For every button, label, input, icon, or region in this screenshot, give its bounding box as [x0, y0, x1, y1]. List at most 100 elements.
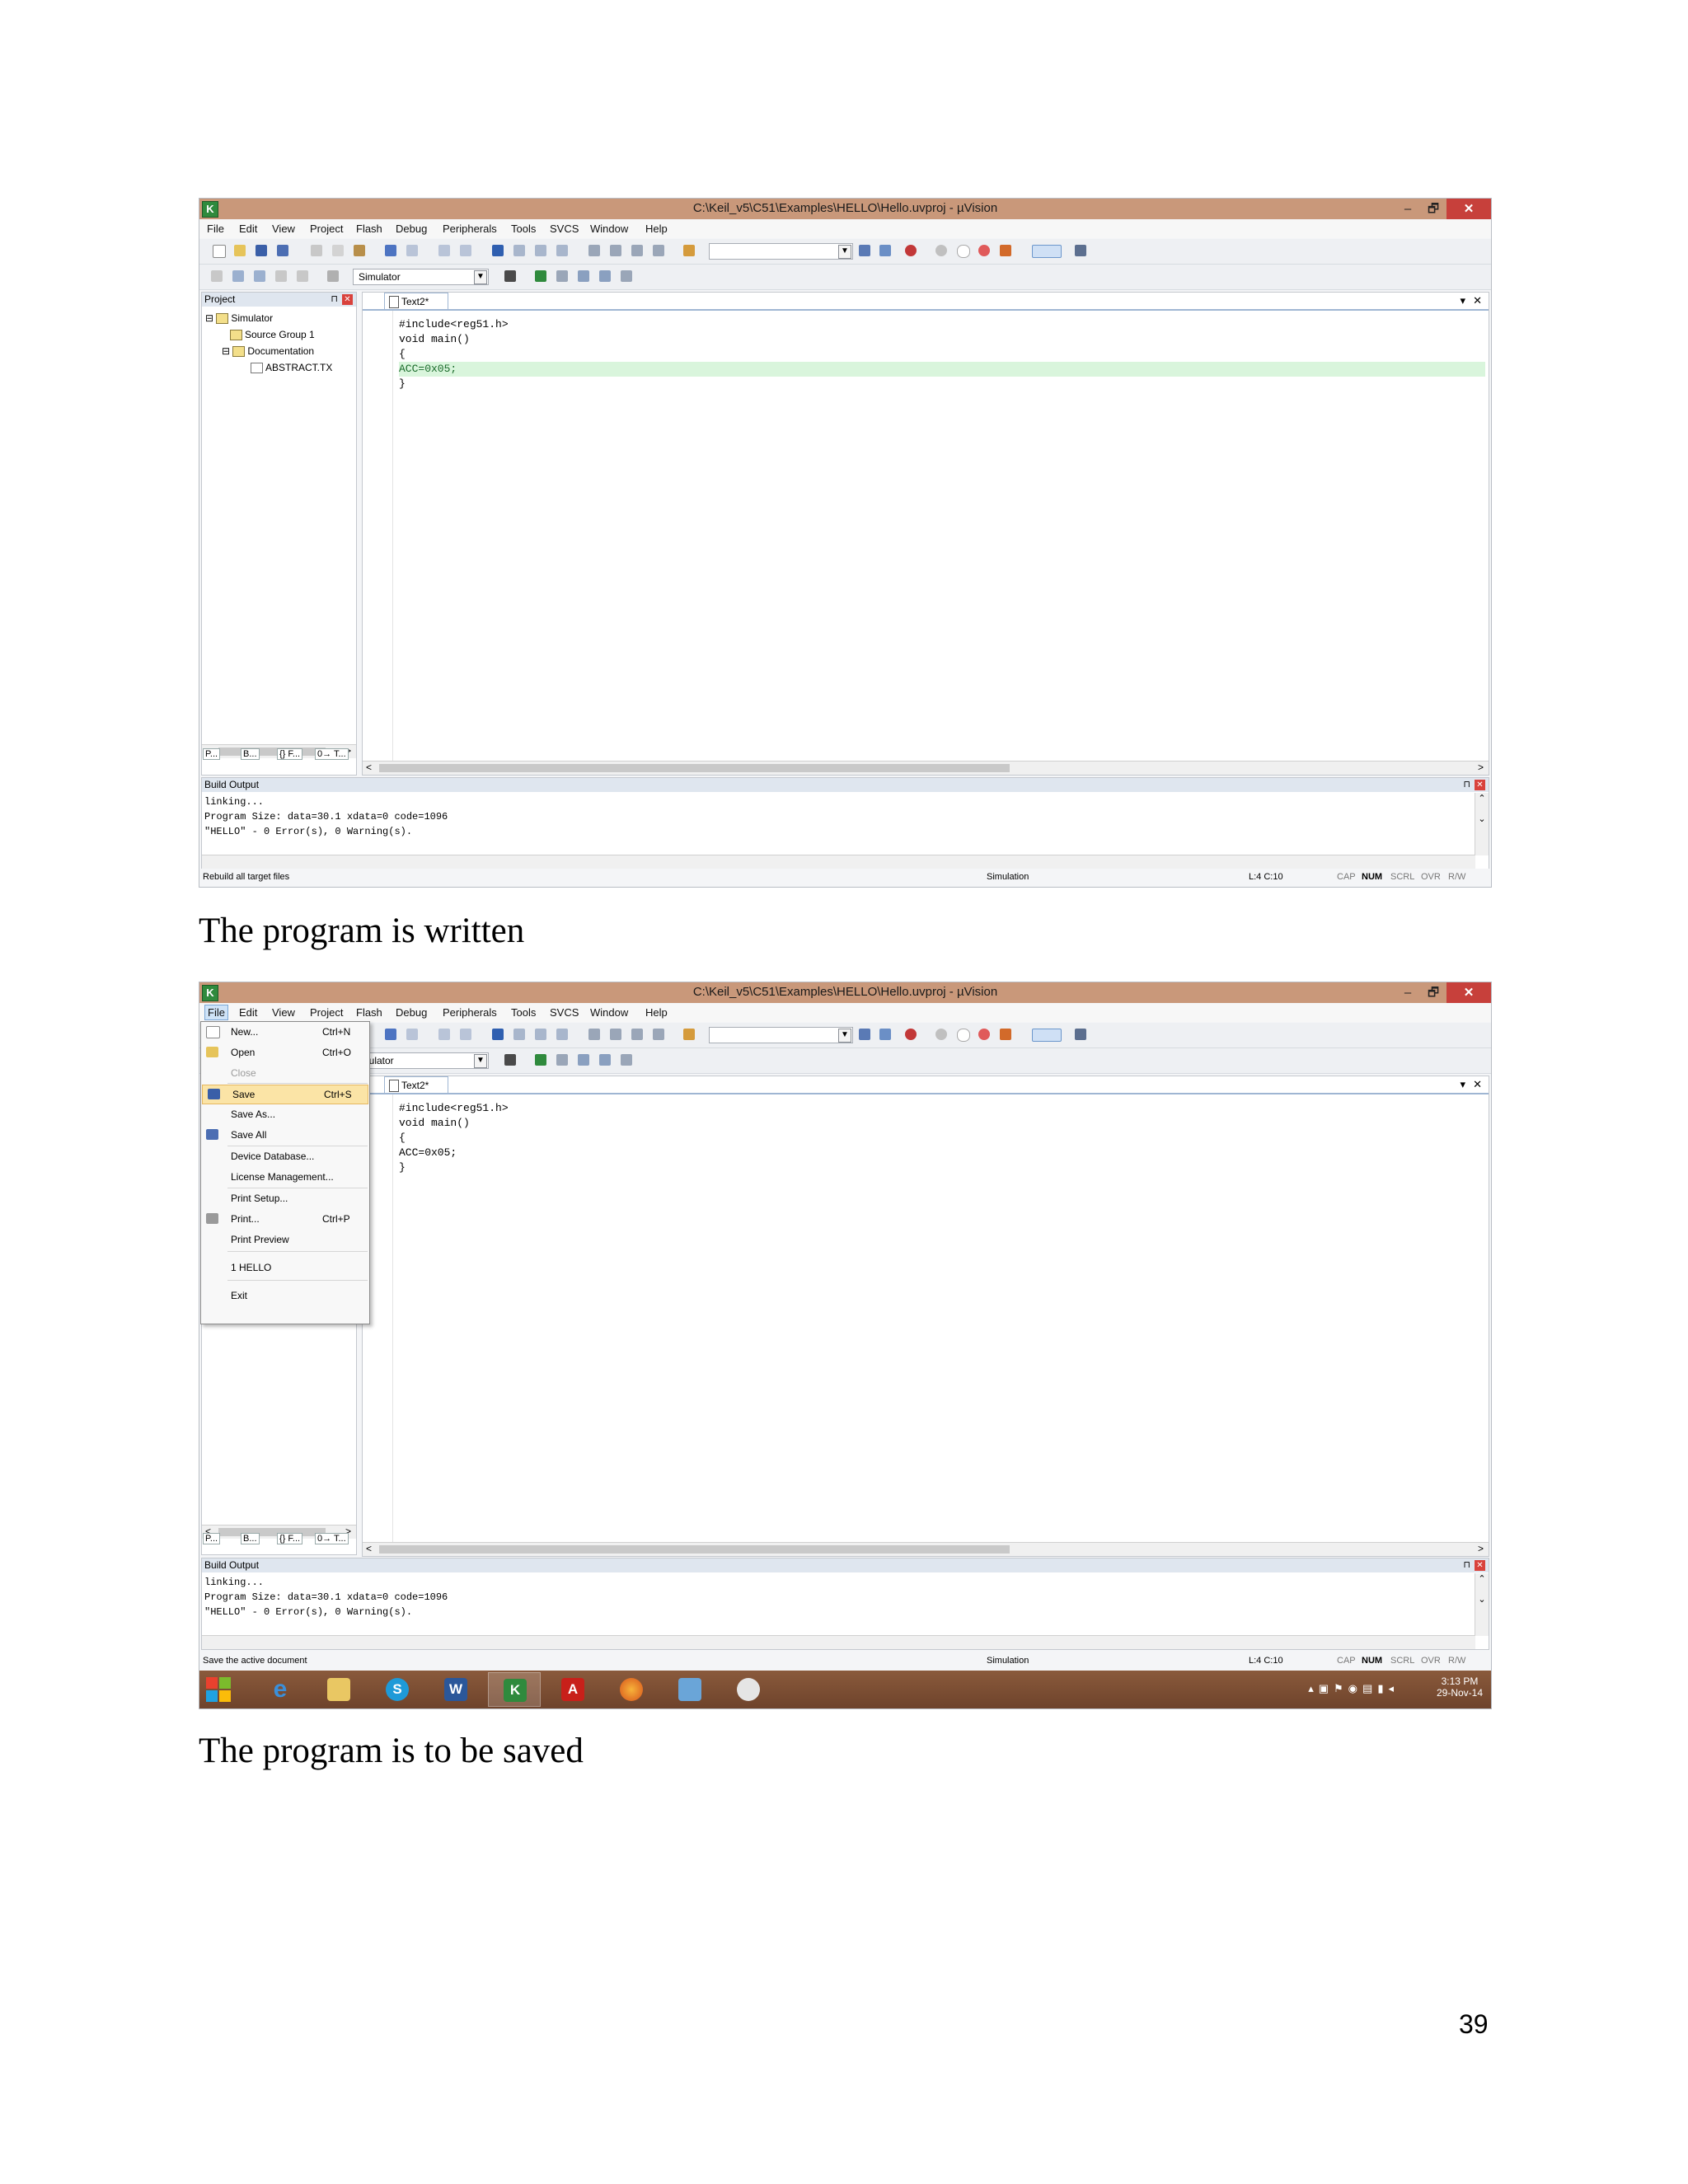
target-options-icon[interactable] — [504, 1054, 516, 1066]
output-hscrollbar[interactable] — [202, 1635, 1475, 1649]
tab-books[interactable]: B... — [241, 748, 260, 760]
chevron-down-icon[interactable]: ▼ — [838, 245, 851, 259]
taskbar-firefox[interactable] — [605, 1672, 658, 1707]
tree-item-simulator[interactable]: ⊟ Simulator — [205, 312, 273, 325]
bookmark-icon[interactable] — [492, 245, 504, 256]
system-tray-icons[interactable]: ▴▣⚑◉▤▮◂ — [1308, 1682, 1399, 1695]
manage-rte-icon[interactable] — [578, 270, 589, 282]
comment-icon[interactable] — [631, 245, 643, 256]
taskbar-keil[interactable]: K — [488, 1672, 541, 1707]
tab-functions[interactable]: {} F... — [277, 1533, 303, 1544]
batch-build-icon[interactable] — [275, 270, 287, 282]
nav-back-icon[interactable] — [438, 245, 450, 256]
pack-installer-icon[interactable] — [599, 1054, 611, 1066]
pin-icon[interactable]: ⊓ — [1463, 1558, 1470, 1572]
manage-rte-icon[interactable] — [578, 1054, 589, 1066]
clear-bookmarks-icon[interactable] — [556, 1029, 568, 1040]
prev-bookmark-icon[interactable] — [513, 245, 525, 256]
menu-item-device-database[interactable]: Device Database... — [201, 1147, 369, 1165]
uncomment-icon[interactable] — [653, 1029, 664, 1040]
taskbar-file-explorer[interactable] — [312, 1672, 365, 1707]
options-wrench-icon[interactable] — [1075, 245, 1086, 256]
output-vscrollbar[interactable]: ⌃ ⌄ — [1475, 1573, 1489, 1636]
menu-peripherals[interactable]: Peripherals — [443, 1006, 497, 1019]
scroll-left-icon[interactable]: < — [366, 762, 372, 773]
taskbar-snipping-tool[interactable] — [722, 1672, 775, 1707]
device-icon[interactable] — [621, 270, 632, 282]
chevron-down-icon[interactable]: ▼ — [838, 1029, 851, 1043]
translate-icon[interactable] — [211, 270, 223, 282]
taskbar-acrobat[interactable]: A — [546, 1672, 599, 1707]
editor-hscrollbar[interactable]: < > — [363, 1542, 1489, 1556]
chevron-down-icon[interactable]: ▾ — [1460, 294, 1465, 307]
find-combo[interactable]: ▼ — [709, 1027, 853, 1043]
close-icon[interactable]: ✕ — [1475, 780, 1485, 790]
clear-bookmarks-icon[interactable] — [556, 245, 568, 256]
scroll-left-icon[interactable]: < — [366, 1543, 372, 1554]
menu-item-print-setup[interactable]: Print Setup... — [201, 1189, 369, 1207]
menu-view[interactable]: View — [272, 1006, 295, 1019]
menu-item-open[interactable]: Open Ctrl+O — [201, 1043, 369, 1062]
manage-project-icon[interactable] — [535, 270, 546, 282]
window-layout-icon[interactable] — [1032, 1029, 1062, 1042]
chevron-down-icon[interactable]: ▼ — [474, 1054, 487, 1068]
output-hscrollbar[interactable] — [202, 855, 1475, 869]
tree-item-documentation[interactable]: ⊟ Documentation — [222, 345, 314, 358]
menu-view[interactable]: View — [272, 223, 295, 235]
menu-item-print[interactable]: Print... Ctrl+P — [201, 1210, 369, 1228]
save-all-icon[interactable] — [277, 245, 288, 256]
build-icon[interactable] — [232, 270, 244, 282]
uncomment-icon[interactable] — [653, 245, 664, 256]
taskbar-remote-desktop[interactable] — [663, 1672, 716, 1707]
volume-icon[interactable]: ◂ — [1388, 1682, 1399, 1694]
output-vscrollbar[interactable]: ⌃ ⌄ — [1475, 793, 1489, 855]
show-hidden-icons-icon[interactable]: ▴ — [1308, 1682, 1319, 1694]
debug-session-icon[interactable] — [905, 245, 917, 256]
menu-tools[interactable]: Tools — [511, 223, 536, 235]
undo-icon[interactable] — [385, 245, 396, 256]
menu-peripherals[interactable]: Peripherals — [443, 223, 497, 235]
tab-books[interactable]: B... — [241, 1533, 260, 1544]
disable-breakpoint-icon[interactable] — [957, 1029, 970, 1042]
rebuild-icon[interactable] — [254, 270, 265, 282]
bookmark-icon[interactable] — [492, 1029, 504, 1040]
scroll-right-icon[interactable]: > — [1478, 762, 1484, 773]
menu-project[interactable]: Project — [310, 223, 343, 235]
action-center-icon[interactable]: ⚑ — [1334, 1682, 1348, 1694]
close-icon[interactable]: ✕ — [1473, 294, 1482, 307]
target-select[interactable]: imulator ▼ — [353, 1052, 489, 1069]
tree-item-abstract[interactable]: ABSTRACT.TX — [251, 362, 332, 374]
restore-button[interactable]: 🗗 — [1420, 982, 1447, 1003]
next-bookmark-icon[interactable] — [535, 1029, 546, 1040]
find-combo[interactable]: ▼ — [709, 243, 853, 260]
tab-functions[interactable]: {} F... — [277, 748, 303, 760]
taskbar-clock[interactable]: 3:13 PM 29-Nov-14 — [1437, 1675, 1483, 1699]
menu-item-save-as[interactable]: Save As... — [201, 1105, 369, 1123]
menu-item-print-preview[interactable]: Print Preview — [201, 1230, 369, 1249]
prev-bookmark-icon[interactable] — [513, 1029, 525, 1040]
breakpoint-icon[interactable] — [935, 245, 947, 256]
tree-item-source-group[interactable]: Source Group 1 — [230, 329, 315, 341]
select-packs-icon[interactable] — [556, 270, 568, 282]
menu-project[interactable]: Project — [310, 1006, 343, 1019]
indent-icon[interactable] — [588, 245, 600, 256]
scroll-thumb[interactable] — [379, 764, 1010, 772]
find-in-files-icon[interactable] — [683, 1029, 695, 1040]
kill-all-breakpoints-icon[interactable] — [1000, 1029, 1011, 1040]
cut-icon[interactable] — [311, 245, 322, 256]
save-icon[interactable] — [256, 245, 267, 256]
open-folder-icon[interactable] — [234, 245, 246, 256]
menu-help[interactable]: Help — [645, 1006, 668, 1019]
comment-icon[interactable] — [631, 1029, 643, 1040]
tab-text2[interactable]: Text2* — [384, 293, 448, 309]
chevron-down-icon[interactable]: ▾ — [1460, 1078, 1465, 1091]
menu-flash[interactable]: Flash — [356, 223, 382, 235]
download-icon[interactable] — [327, 270, 339, 282]
shield-icon[interactable]: ◉ — [1348, 1682, 1362, 1694]
kill-breakpoints-icon[interactable] — [978, 1029, 990, 1040]
chevron-down-icon[interactable]: ▼ — [474, 270, 487, 284]
menu-edit[interactable]: Edit — [239, 223, 257, 235]
window-layout-icon[interactable] — [1032, 245, 1062, 258]
menu-item-exit[interactable]: Exit — [201, 1286, 369, 1305]
menu-debug[interactable]: Debug — [396, 1006, 427, 1019]
